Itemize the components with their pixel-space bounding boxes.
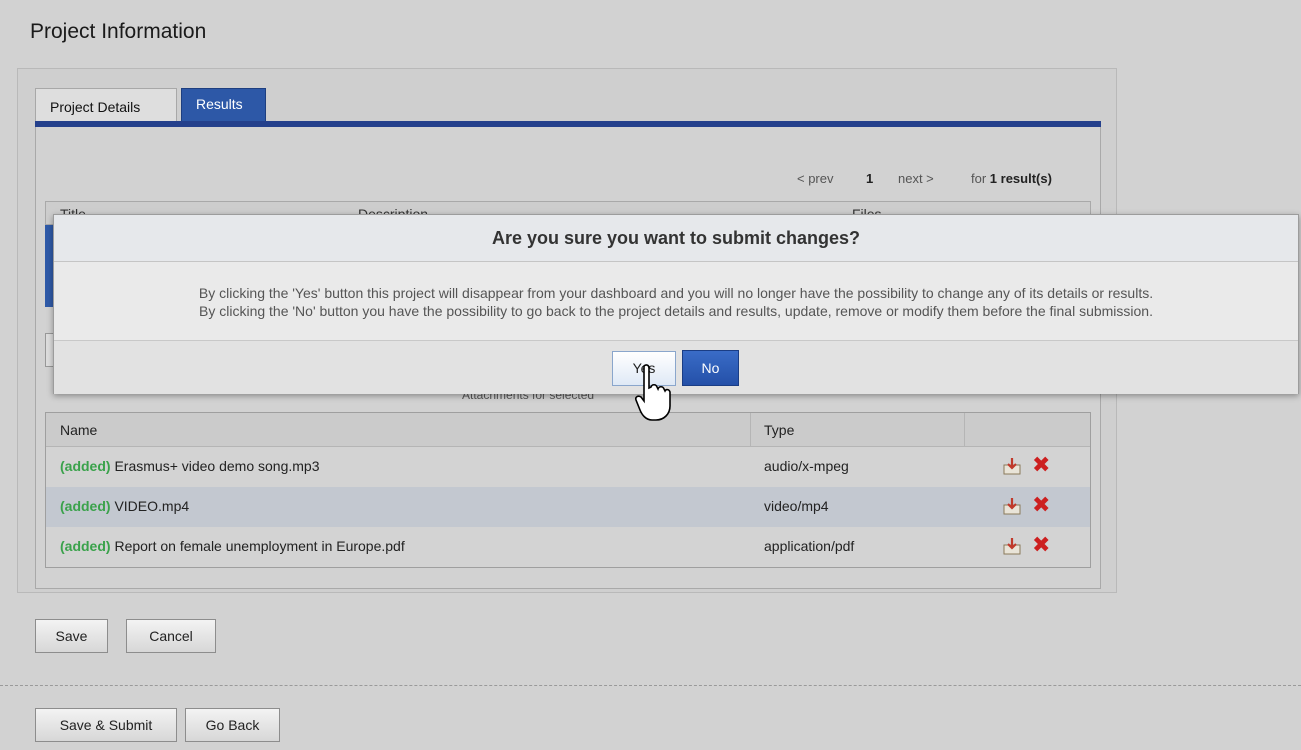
file-type: audio/x-mpeg <box>764 458 849 474</box>
dialog-message-yes: By clicking the 'Yes' button this projec… <box>198 285 1154 301</box>
file-name: VIDEO.mp4 <box>114 498 190 514</box>
files-table-header: Name Type <box>46 413 1090 447</box>
table-row[interactable]: (added) VIDEO.mp4 video/mp4 ✖ <box>46 487 1090 527</box>
cancel-button[interactable]: Cancel <box>126 619 216 653</box>
save-submit-button[interactable]: Save & Submit <box>35 708 177 742</box>
file-type: video/mp4 <box>764 498 829 514</box>
files-table: Name Type (added) Erasmus+ video demo so… <box>45 412 1091 568</box>
files-col-type: Type <box>764 422 795 438</box>
files-col-name: Name <box>60 422 98 438</box>
tab-results[interactable]: Results <box>181 88 266 121</box>
delete-icon[interactable]: ✖ <box>1032 495 1050 517</box>
added-status: (added) <box>60 498 111 514</box>
dialog-footer: Yes No <box>54 340 1298 394</box>
download-icon[interactable] <box>1002 536 1022 559</box>
table-row[interactable]: (added) Report on female unemployment in… <box>46 527 1090 567</box>
file-name-cell: (added) VIDEO.mp4 <box>60 498 189 514</box>
pager-current-page: 1 <box>866 171 874 186</box>
delete-icon[interactable]: ✖ <box>1032 535 1050 557</box>
pager-count: 1 result(s) <box>989 171 1052 186</box>
pager-for-label: for <box>971 171 987 186</box>
go-back-button[interactable]: Go Back <box>185 708 280 742</box>
page-title: Project Information <box>30 20 207 43</box>
delete-icon[interactable]: ✖ <box>1032 455 1050 477</box>
hand-cursor-icon <box>635 364 671 421</box>
table-row[interactable]: (added) Erasmus+ video demo song.mp3 aud… <box>46 447 1090 487</box>
save-button[interactable]: Save <box>35 619 108 653</box>
download-icon[interactable] <box>1002 456 1022 479</box>
divider <box>0 685 1301 686</box>
file-name-cell: (added) Report on female unemployment in… <box>60 538 405 554</box>
dialog-title: Are you sure you want to submit changes? <box>54 215 1298 262</box>
added-status: (added) <box>60 458 111 474</box>
dialog-message-no: By clicking the 'No' button you have the… <box>199 303 1153 319</box>
download-icon[interactable] <box>1002 496 1022 519</box>
file-type: application/pdf <box>764 538 855 554</box>
file-name: Erasmus+ video demo song.mp3 <box>114 458 320 474</box>
file-name: Report on female unemployment in Europe.… <box>114 538 405 554</box>
pager-next-link[interactable]: next > <box>898 171 934 186</box>
tab-project-details[interactable]: Project Details <box>35 88 177 121</box>
no-button[interactable]: No <box>682 350 739 386</box>
added-status: (added) <box>60 538 111 554</box>
pager-result-count: for 1 result(s) <box>971 171 1052 186</box>
file-name-cell: (added) Erasmus+ video demo song.mp3 <box>60 458 320 474</box>
dialog-body: By clicking the 'Yes' button this projec… <box>54 262 1298 340</box>
confirm-dialog: Are you sure you want to submit changes?… <box>53 214 1299 394</box>
pager-prev-link[interactable]: < prev <box>797 171 834 186</box>
